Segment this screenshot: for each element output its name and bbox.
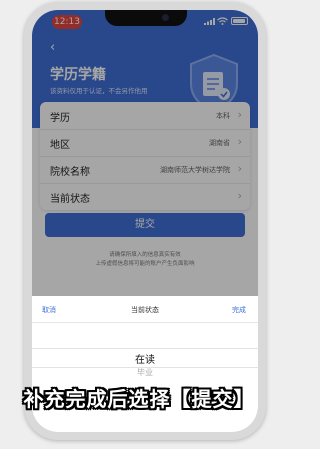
picker-option[interactable]: 毕业 <box>32 367 258 378</box>
phone-screen: 12:13 ‹ 学历学籍 该资料仅用于认证，不会另作他用 学历 本科 › 地区 … <box>32 10 258 432</box>
picker-toolbar: 取消 当前状态 完成 <box>32 296 258 323</box>
video-caption: 补充完成后选择【提交】 <box>23 387 255 411</box>
picker-option[interactable]: 在读 <box>32 351 258 366</box>
phone-frame: 12:13 ‹ 学历学籍 该资料仅用于认证，不会另作他用 学历 本科 › 地区 … <box>24 2 266 440</box>
picker-title: 当前状态 <box>131 306 159 314</box>
picker-done-button[interactable]: 完成 <box>232 305 246 315</box>
